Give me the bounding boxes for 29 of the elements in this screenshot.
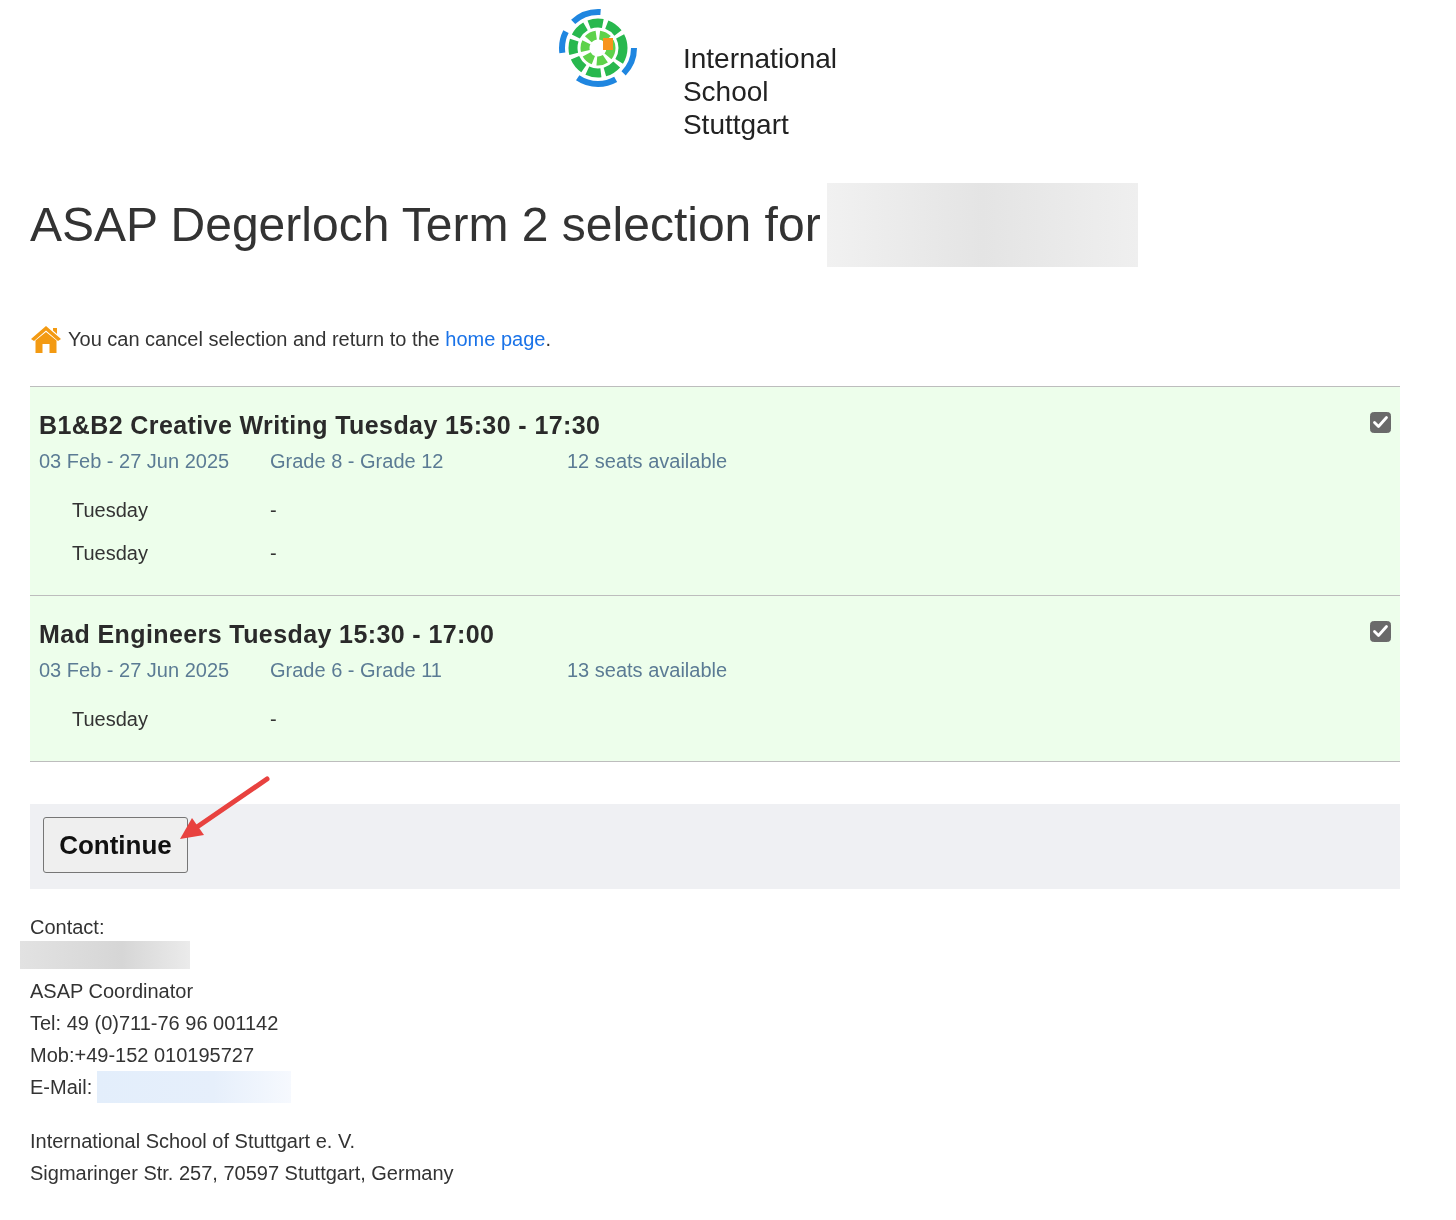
activity-title: B1&B2 Creative Writing Tuesday 15:30 - 17:30 (39, 410, 602, 440)
page-title: ASAP Degerloch Term 2 selection for (30, 198, 821, 252)
activity-grades: Grade 6 - Grade 11 (270, 658, 442, 683)
contact-line: ASAP Coordinator (30, 979, 195, 1004)
activity-grades: Grade 8 - Grade 12 (270, 449, 444, 474)
session-day: Tuesday (72, 489, 148, 532)
home-page-link[interactable]: home page (445, 328, 546, 350)
activity-dates: 03 Feb - 27 Jun 2025 (39, 658, 230, 683)
address-line: International School of Stuttgart e. V. (30, 1129, 357, 1154)
activity-dates: 03 Feb - 27 Jun 2025 (39, 449, 230, 474)
address-line: Sigmaringer Str. 257, 70597 Stuttgart, Germany (30, 1161, 455, 1186)
contact-line: Tel: 49 (0)711-76 96 001142 (30, 1011, 280, 1036)
activity-title: Mad Engineers Tuesday 15:30 - 17:00 (39, 619, 496, 649)
session-time: - (270, 707, 277, 732)
session-time: - (270, 498, 277, 523)
contact-label: Contact: (30, 915, 106, 940)
email-label: E-Mail: (30, 1075, 93, 1100)
school-name: International School Stuttgart (682, 42, 838, 141)
home-icon (30, 325, 62, 353)
continue-button[interactable]: Continue (43, 817, 188, 873)
seats-available: 12 seats available (567, 449, 728, 474)
seats-available: 13 seats available (567, 658, 728, 683)
session-day: Tuesday (72, 698, 148, 741)
checkbox[interactable] (1370, 412, 1391, 433)
contact-line: Mob:+49-152 010195727 (30, 1043, 256, 1068)
session-day: Tuesday (72, 532, 148, 575)
notice-text: You can cancel selection and return to the home page. (68, 327, 551, 352)
session-time: - (270, 541, 277, 566)
checkbox[interactable] (1370, 621, 1391, 642)
